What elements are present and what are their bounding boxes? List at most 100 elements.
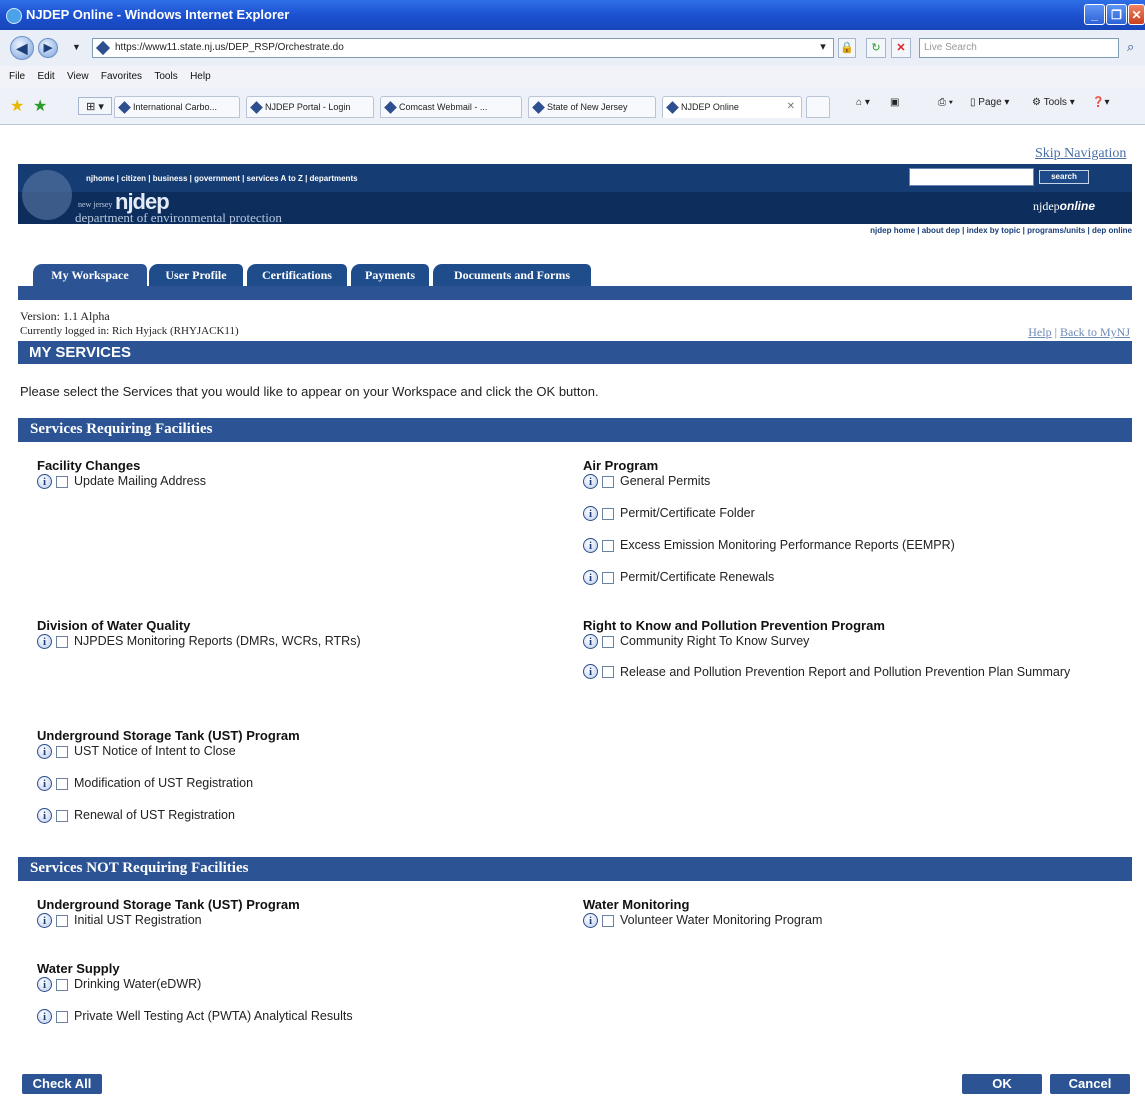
close-window-button[interactable]: ✕ xyxy=(1128,4,1145,25)
tab-documents-and-forms[interactable]: Documents and Forms xyxy=(432,263,592,286)
window-title: NJDEP Online - Windows Internet Explorer xyxy=(26,7,290,22)
service-checkbox[interactable] xyxy=(602,476,614,488)
ok-button[interactable]: OK xyxy=(962,1074,1042,1094)
service-checkbox[interactable] xyxy=(56,636,68,648)
back-button[interactable]: ◀ xyxy=(10,36,34,60)
site-search-input[interactable] xyxy=(909,168,1034,186)
history-dropdown-icon[interactable]: ▼ xyxy=(72,42,81,52)
maximize-button[interactable]: ❐ xyxy=(1106,4,1127,25)
browser-tab-comcast-webmail[interactable]: Comcast Webmail - ... xyxy=(380,96,522,118)
service-checkbox[interactable] xyxy=(602,666,614,678)
info-icon[interactable]: i xyxy=(37,634,52,649)
services-not-requiring-facilities-header: Services NOT Requiring Facilities xyxy=(18,857,1132,881)
help-links: Help | Back to MyNJ xyxy=(1028,325,1130,339)
service-checkbox[interactable] xyxy=(56,476,68,488)
add-favorite-icon[interactable]: ★ xyxy=(33,96,47,116)
info-icon[interactable]: i xyxy=(583,474,598,489)
service-checkbox[interactable] xyxy=(56,778,68,790)
url-dropdown-icon[interactable]: ▾ xyxy=(816,38,830,58)
info-icon[interactable]: i xyxy=(583,506,598,521)
site-search-button[interactable]: search xyxy=(1039,170,1089,184)
info-icon[interactable]: i xyxy=(37,1009,52,1024)
tab-certifications[interactable]: Certifications xyxy=(246,263,348,286)
service-checkbox[interactable] xyxy=(56,810,68,822)
info-icon[interactable]: i xyxy=(37,776,52,791)
page-menu[interactable]: ▯ Page ▾ xyxy=(970,97,1009,108)
menu-help[interactable]: Help xyxy=(190,71,211,82)
banner-top-links[interactable]: njhome | citizen | business | government… xyxy=(86,174,358,183)
tab-payments[interactable]: Payments xyxy=(350,263,430,286)
info-icon[interactable]: i xyxy=(583,913,598,928)
stop-icon[interactable]: ✕ xyxy=(891,38,911,58)
menu-tools[interactable]: Tools xyxy=(154,71,177,82)
browser-tab-international-carbo[interactable]: International Carbo... xyxy=(114,96,240,118)
service-checkbox[interactable] xyxy=(56,979,68,991)
info-icon[interactable]: i xyxy=(37,744,52,759)
live-search-input[interactable]: Live Search xyxy=(919,38,1119,58)
info-icon[interactable]: i xyxy=(37,808,52,823)
skip-navigation-link[interactable]: Skip Navigation xyxy=(1035,146,1126,162)
njdep-online-logo: njdeponline xyxy=(1033,199,1096,213)
info-icon[interactable]: i xyxy=(37,913,52,928)
back-to-mynj-link[interactable]: Back to MyNJ xyxy=(1060,325,1130,339)
menu-edit[interactable]: Edit xyxy=(37,71,54,82)
gear-icon: ⚙ xyxy=(1032,97,1041,108)
service-checkbox[interactable] xyxy=(56,1011,68,1023)
logged-in-user: Currently logged in: Rich Hyjack (RHYJAC… xyxy=(20,325,239,337)
secondary-nav-links[interactable]: njdep home | about dep | index by topic … xyxy=(730,226,1132,235)
info-icon[interactable]: i xyxy=(583,570,598,585)
info-icon[interactable]: i xyxy=(583,664,598,679)
home-icon[interactable]: ⌂ ▾ xyxy=(856,97,870,108)
new-tab-button[interactable] xyxy=(806,96,830,118)
lock-icon[interactable]: 🔒 xyxy=(838,38,856,58)
version-text: Version: 1.1 Alpha xyxy=(20,309,110,323)
close-tab-icon[interactable]: ✕ xyxy=(787,101,795,112)
group-water-monitoring: Water Monitoring xyxy=(583,897,690,912)
info-icon[interactable]: i xyxy=(37,474,52,489)
group-facility-changes: Facility Changes xyxy=(37,458,141,473)
njdep-banner: njhome | citizen | business | government… xyxy=(18,164,1132,224)
help-icon[interactable]: ❓▾ xyxy=(1092,97,1109,108)
browser-tab-state-of-new-jersey[interactable]: State of New Jersey xyxy=(528,96,656,118)
forward-button[interactable]: ▶ xyxy=(38,38,58,58)
menu-favorites[interactable]: Favorites xyxy=(101,71,142,82)
favorites-star-icon[interactable]: ★ xyxy=(10,96,24,116)
url-field[interactable]: https://www11.state.nj.us/DEP_RSP/Orches… xyxy=(92,38,834,58)
search-icon[interactable]: ⌕ xyxy=(1127,39,1134,55)
menu-bar: File Edit View Favorites Tools Help xyxy=(0,66,1145,89)
info-icon[interactable]: i xyxy=(37,977,52,992)
cancel-button[interactable]: Cancel xyxy=(1050,1074,1130,1094)
tab-user-profile[interactable]: User Profile xyxy=(148,263,244,286)
globe-logo-icon xyxy=(22,170,72,220)
check-all-button[interactable]: Check All xyxy=(22,1074,102,1094)
quick-tabs-button[interactable]: ⊞ ▾ xyxy=(78,97,112,115)
service-checkbox[interactable] xyxy=(602,508,614,520)
service-checkbox[interactable] xyxy=(602,572,614,584)
service-label: Release and Pollution Prevention Report … xyxy=(620,665,1071,679)
info-icon[interactable]: i xyxy=(583,538,598,553)
service-checkbox[interactable] xyxy=(56,746,68,758)
menu-file[interactable]: File xyxy=(9,71,25,82)
browser-tab-njdep-portal[interactable]: NJDEP Portal - Login xyxy=(246,96,374,118)
site-favicon-icon xyxy=(250,101,263,114)
tools-menu[interactable]: ⚙ Tools ▾ xyxy=(1032,97,1075,108)
service-checkbox[interactable] xyxy=(602,636,614,648)
service-checkbox[interactable] xyxy=(56,915,68,927)
site-favicon-icon xyxy=(95,40,111,56)
print-icon[interactable]: ⎙ ▾ xyxy=(938,97,953,108)
refresh-icon[interactable]: ↻ xyxy=(866,38,886,58)
instructions-text: Please select the Services that you woul… xyxy=(20,384,599,399)
browser-tab-njdep-online[interactable]: NJDEP Online ✕ xyxy=(662,96,802,118)
minimize-button[interactable]: _ xyxy=(1084,4,1105,25)
service-label: UST Notice of Intent to Close xyxy=(74,744,236,758)
info-icon[interactable]: i xyxy=(583,634,598,649)
group-water-supply: Water Supply xyxy=(37,961,120,976)
menu-view[interactable]: View xyxy=(67,71,89,82)
service-checkbox[interactable] xyxy=(602,540,614,552)
service-checkbox[interactable] xyxy=(602,915,614,927)
feeds-icon[interactable]: ▣ xyxy=(890,97,899,108)
service-label: Community Right To Know Survey xyxy=(620,634,810,648)
help-link[interactable]: Help xyxy=(1028,325,1051,339)
tab-my-workspace[interactable]: My Workspace xyxy=(32,263,148,286)
app-tab-bar: My Workspace User Profile Certifications… xyxy=(18,263,1132,300)
